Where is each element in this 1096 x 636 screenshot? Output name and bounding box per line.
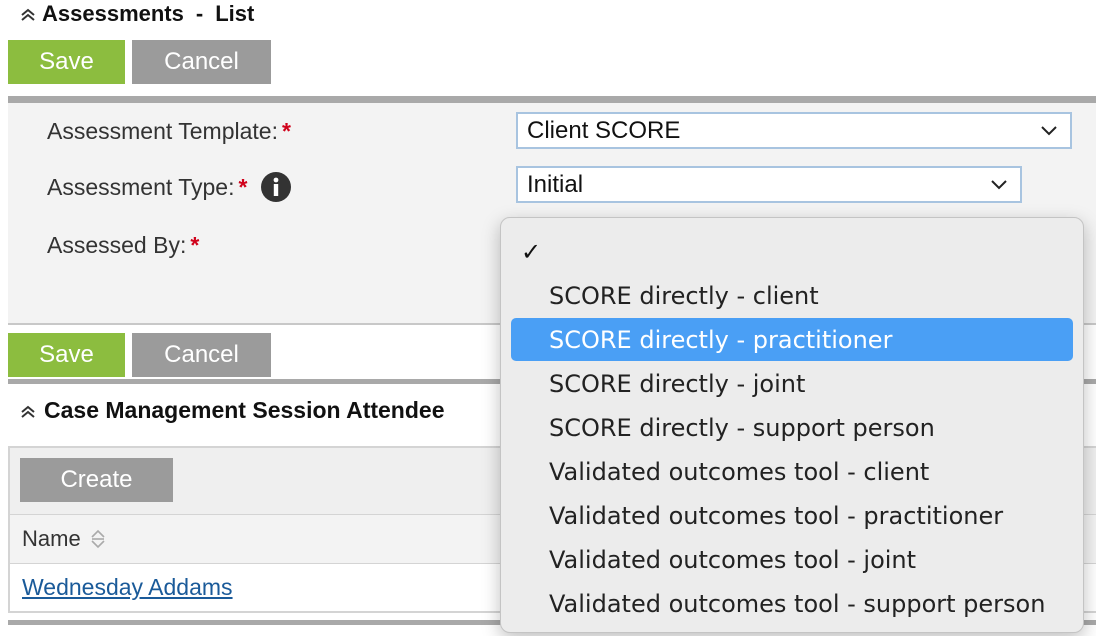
select-value: Initial (527, 170, 584, 198)
divider (8, 96, 1096, 103)
dropdown-option[interactable]: Validated outcomes tool - support person (511, 582, 1073, 625)
info-icon[interactable] (260, 171, 292, 203)
chevron-down-icon (1041, 125, 1057, 135)
attendees-header: Case Management Session Attendee (20, 397, 445, 424)
cancel-button[interactable]: Cancel (132, 40, 271, 84)
assessed-by-dropdown-menu[interactable]: ✓ SCORE directly - client SCORE directly… (500, 217, 1084, 633)
column-label: Name (22, 526, 81, 551)
collapse-icon[interactable] (20, 404, 36, 418)
create-button[interactable]: Create (20, 458, 173, 502)
dropdown-option[interactable]: SCORE directly - joint (511, 362, 1073, 405)
required-marker: * (238, 174, 248, 201)
label-text: Assessment Type: (47, 174, 235, 201)
attendee-link[interactable]: Wednesday Addams (22, 574, 233, 601)
checkmark-icon: ✓ (521, 238, 542, 266)
dropdown-option[interactable]: SCORE directly - client (511, 274, 1073, 317)
page-title: Assessments (42, 1, 184, 26)
section-title: Case Management Session Attendee (44, 397, 445, 423)
save-button[interactable]: Save (8, 333, 125, 377)
title-separator: - (195, 1, 204, 26)
required-marker: * (190, 232, 200, 258)
page-subtitle: List (215, 1, 255, 26)
select-value: Client SCORE (527, 116, 681, 144)
assessed-by-label: Assessed By: * (47, 232, 199, 259)
dropdown-option[interactable]: Validated outcomes tool - joint (511, 538, 1073, 581)
label-text: Assessment Template: (47, 118, 278, 144)
cancel-button[interactable]: Cancel (132, 333, 271, 377)
dropdown-option[interactable]: Validated outcomes tool - client (511, 450, 1073, 493)
dropdown-option[interactable]: SCORE directly - support person (511, 406, 1073, 449)
dropdown-option[interactable]: Validated outcomes tool - practitioner (511, 494, 1073, 537)
page-header: Assessments - List (20, 0, 254, 28)
label-text: Assessed By: (47, 232, 187, 258)
dropdown-option[interactable]: SCORE directly - practitioner (511, 318, 1073, 361)
chevron-down-icon (991, 179, 1007, 189)
assessment-type-label: Assessment Type: * (47, 171, 292, 205)
save-button[interactable]: Save (8, 40, 125, 84)
sort-icon[interactable] (89, 528, 107, 550)
assessment-template-select[interactable]: Client SCORE (516, 112, 1072, 149)
collapse-icon[interactable] (20, 7, 36, 21)
required-marker: * (281, 118, 291, 144)
assessment-type-select[interactable]: Initial (516, 166, 1022, 203)
assessment-template-label: Assessment Template: * (47, 118, 291, 145)
